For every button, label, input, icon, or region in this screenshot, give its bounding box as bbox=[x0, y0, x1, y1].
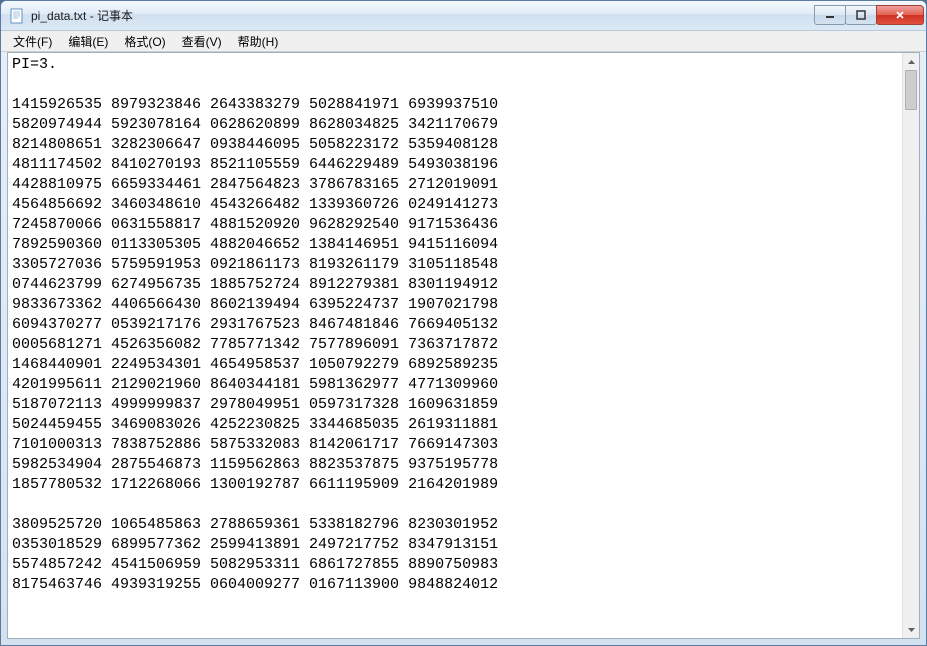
notepad-window: pi_data.txt - 记事本 文件(F) 编辑(E) 格式(O) 查看(V… bbox=[0, 0, 927, 646]
menu-file[interactable]: 文件(F) bbox=[5, 31, 60, 52]
minimize-button[interactable] bbox=[814, 5, 846, 25]
scroll-thumb[interactable] bbox=[905, 70, 917, 110]
menu-edit[interactable]: 编辑(E) bbox=[60, 31, 116, 52]
window-controls bbox=[815, 5, 924, 25]
vertical-scrollbar[interactable] bbox=[902, 53, 919, 638]
close-button[interactable] bbox=[876, 5, 924, 25]
menubar: 文件(F) 编辑(E) 格式(O) 查看(V) 帮助(H) bbox=[1, 31, 926, 52]
maximize-button[interactable] bbox=[845, 5, 877, 25]
menu-format[interactable]: 格式(O) bbox=[116, 31, 173, 52]
scroll-up-button[interactable] bbox=[903, 53, 919, 70]
menu-view[interactable]: 查看(V) bbox=[174, 31, 230, 52]
text-area[interactable]: PI=3. 1415926535 8979323846 2643383279 5… bbox=[8, 53, 902, 638]
titlebar[interactable]: pi_data.txt - 记事本 bbox=[1, 1, 926, 31]
scroll-track[interactable] bbox=[903, 70, 919, 621]
menu-help[interactable]: 帮助(H) bbox=[230, 31, 287, 52]
window-title: pi_data.txt - 记事本 bbox=[31, 7, 815, 24]
scroll-down-button[interactable] bbox=[903, 621, 919, 638]
content-wrapper: PI=3. 1415926535 8979323846 2643383279 5… bbox=[7, 52, 920, 639]
notepad-icon bbox=[9, 8, 25, 24]
